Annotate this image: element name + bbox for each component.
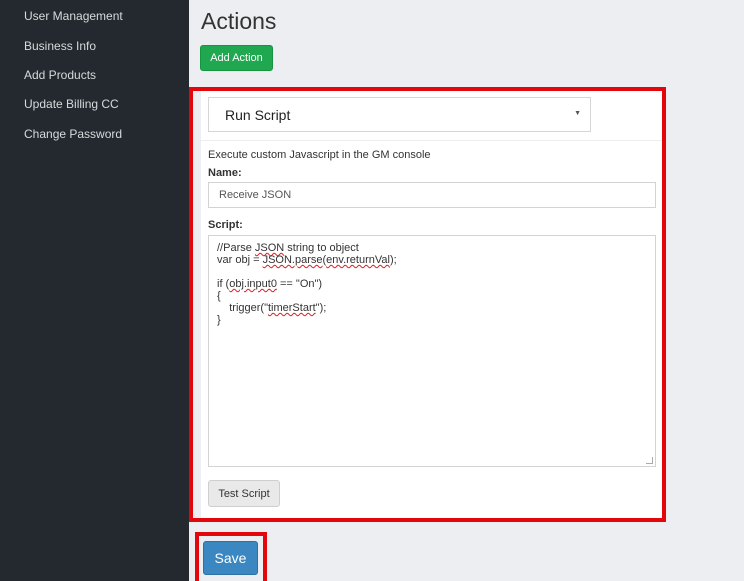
sidebar-item-change-password[interactable]: Change Password — [24, 127, 122, 141]
save-button[interactable]: Save — [203, 541, 258, 575]
caret-down-icon: ▼ — [574, 110, 581, 117]
name-label: Name: — [208, 167, 242, 179]
script-editor[interactable]: //Parse JSON string to object var obj = J… — [208, 235, 656, 467]
main-content: Actions Add Action Run Script ▼ Execute … — [189, 0, 744, 581]
name-field[interactable] — [208, 182, 656, 208]
script-line: var obj = JSON.parse(env.returnVal); — [217, 254, 397, 266]
script-line — [217, 266, 647, 278]
script-line: //Parse JSON string to object — [217, 242, 359, 254]
sidebar-item-add-products[interactable]: Add Products — [24, 68, 96, 82]
script-label: Script: — [208, 219, 243, 231]
test-script-button[interactable]: Test Script — [208, 480, 280, 507]
resize-handle-icon[interactable] — [646, 457, 653, 464]
action-type-select[interactable]: Run Script ▼ — [208, 97, 591, 132]
page-title: Actions — [201, 8, 277, 34]
action-panel: Run Script ▼ Execute custom Javascript i… — [201, 90, 666, 520]
add-action-button[interactable]: Add Action — [200, 45, 273, 71]
divider — [201, 140, 666, 141]
script-line: } — [217, 314, 221, 326]
script-line: if (obj.input0 == "On") — [217, 278, 323, 290]
script-line: { — [217, 290, 221, 302]
sidebar-item-business-info[interactable]: Business Info — [24, 39, 96, 53]
sidebar: User Management Business Info Add Produc… — [0, 0, 189, 581]
action-type-value: Run Script — [225, 106, 291, 123]
script-line: trigger("timerStart"); — [217, 302, 327, 314]
sidebar-item-user-management[interactable]: User Management — [24, 9, 123, 23]
sidebar-item-update-billing-cc[interactable]: Update Billing CC — [24, 97, 119, 111]
action-description: Execute custom Javascript in the GM cons… — [208, 149, 431, 161]
